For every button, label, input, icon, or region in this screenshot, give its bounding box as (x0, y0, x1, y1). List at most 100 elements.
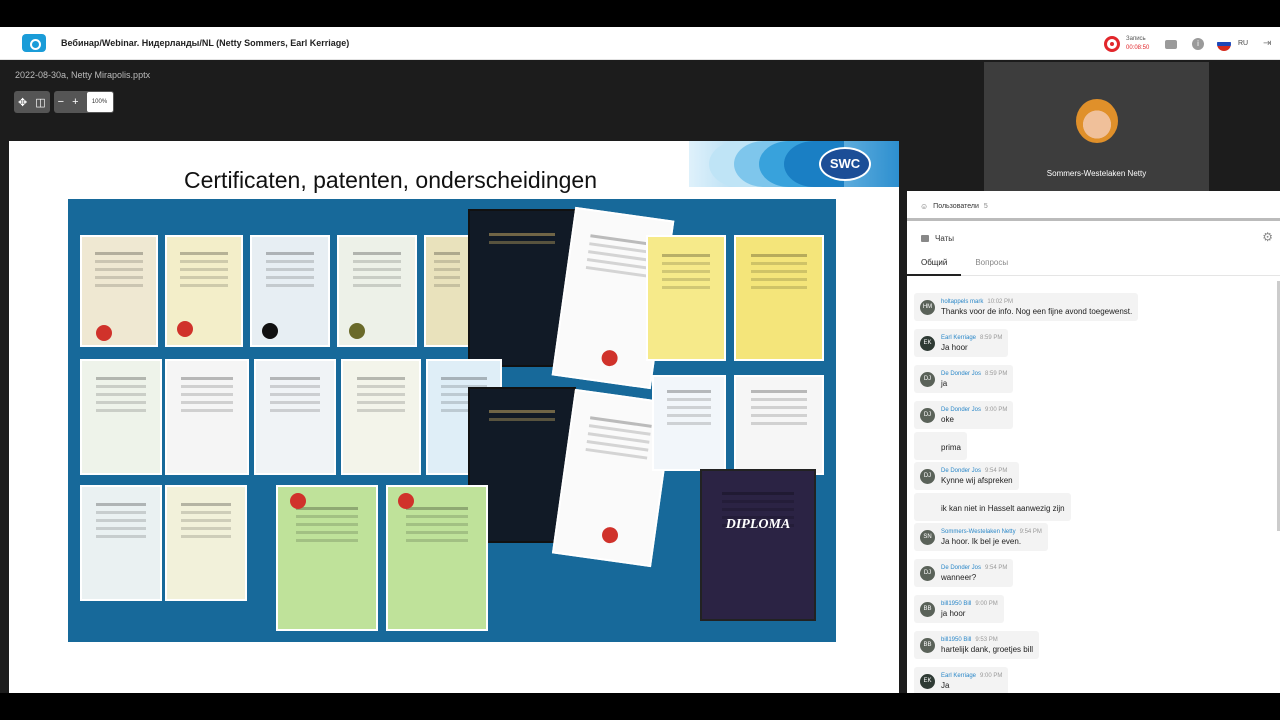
message-time: 10:02 PM (987, 298, 1014, 305)
slide-title: Certificaten, patenten, onderscheidingen (184, 167, 598, 193)
users-header[interactable]: ☺ Пользователи 5 (907, 194, 1280, 221)
message-time: 9:00 PM (980, 672, 1003, 679)
message-body: bill1950 Bill 9:00 PM ja hoor (941, 601, 998, 618)
message-time: 9:54 PM (1019, 528, 1042, 535)
tab-general[interactable]: Общий (907, 252, 962, 276)
chat-message: EK Earl Kerriage 9:00 PM Ja (914, 667, 1009, 693)
message-meta: De Donder Jos 9:00 PM (941, 407, 1007, 413)
message-text: Ja hoor. Ik bel je even. (941, 536, 1022, 546)
participant-name: Sommers-Westelaken Netty (1046, 169, 1147, 178)
folder-icon[interactable] (1165, 40, 1177, 49)
chinese-certificate (734, 235, 824, 361)
avatar: DJ (920, 371, 935, 387)
patent (250, 235, 330, 347)
certificates-collage: DIPLOMA (68, 199, 836, 642)
message-meta: De Donder Jos 9:54 PM (941, 565, 1007, 571)
message-author[interactable]: Earl Kerriage (941, 335, 976, 341)
certificate (254, 359, 336, 475)
message-meta: Earl Kerriage 8:59 PM (941, 335, 1002, 341)
slide-toolbar: ✥ ◫ − + 100% (14, 91, 114, 115)
message-author[interactable]: Sommers-Westelaken Netty (941, 529, 1016, 535)
chat-message: DJ De Donder Jos 9:54 PM wanneer? (914, 559, 1014, 587)
message-text: ik kan niet in Hasselt aanwezig zijn (941, 503, 1065, 513)
chat-icon (921, 235, 929, 242)
chat-message-list[interactable]: HM holtappels mark 10:02 PM Thanks voor de … (907, 277, 1280, 693)
logo-icon[interactable] (22, 34, 46, 52)
chats-title-wrap: Чаты (921, 234, 954, 243)
green-certificate (386, 485, 488, 631)
message-meta: bill1950 Bill 9:00 PM (941, 601, 998, 607)
avatar: DJ (920, 565, 935, 581)
avatar: DJ (920, 468, 935, 484)
message-time: 8:59 PM (980, 334, 1003, 341)
message-author[interactable]: bill1950 Bill (941, 637, 971, 643)
record-icon[interactable] (1104, 36, 1120, 52)
chat-message: SN Sommers-Westelaken Netty 9:54 PM Ja hoor… (914, 523, 1048, 551)
tab-questions[interactable]: Вопросы (961, 252, 1022, 276)
chat-message: prima (914, 432, 968, 460)
slide: Certificaten, patenten, onderscheidingen… (9, 141, 899, 693)
info-icon[interactable]: i (1192, 38, 1204, 50)
message-author[interactable]: bill1950 Bill (941, 601, 971, 607)
avatar: BB (920, 637, 935, 653)
diploma-title: DIPLOMA (725, 517, 791, 532)
message-body: bill1950 Bill 9:53 PM hartelijk dank, groe… (941, 637, 1033, 654)
certificate (165, 359, 249, 475)
avatar: SN (920, 529, 935, 545)
message-text: Kynne wij afspreken (941, 475, 1013, 485)
message-time: 9:00 PM (975, 600, 998, 607)
move-icon[interactable]: ✥ (18, 96, 27, 109)
presentation-area: 2022-08-30a, Netty Mirapolis.pptx ✥ ◫ − … (8, 60, 903, 693)
message-body: De Donder Jos 8:59 PM ja (941, 371, 1007, 388)
message-time: 9:54 PM (985, 564, 1008, 571)
language-selector[interactable]: RU (1238, 40, 1248, 47)
message-meta: holtappels mark 10:02 PM (941, 299, 1132, 305)
message-text: prima (941, 442, 962, 452)
video-tile[interactable]: Sommers-Westelaken Netty (984, 62, 1209, 191)
video-area: Sommers-Westelaken Netty (907, 60, 1280, 191)
message-author[interactable]: Earl Kerriage (941, 673, 976, 679)
flag-ru-icon[interactable] (1217, 37, 1231, 51)
avatar: EK (920, 335, 935, 351)
swc-logo: SWC (819, 147, 871, 181)
chat-message: EK Earl Kerriage 8:59 PM Ja hoor (914, 329, 1009, 357)
message-author[interactable]: De Donder Jos (941, 371, 981, 377)
message-body: De Donder Jos 9:54 PM wanneer? (941, 565, 1007, 582)
diploma (700, 469, 816, 621)
right-panel: Sommers-Westelaken Netty ☺ Пользователи … (907, 60, 1280, 693)
message-author[interactable]: De Donder Jos (941, 407, 981, 413)
avatar: EK (920, 673, 935, 689)
patent (337, 235, 417, 347)
app-window: Вебинар/Webinar. Нидерланды/NL (Netty So… (0, 27, 1280, 693)
certificate (80, 359, 162, 475)
certificate (80, 485, 162, 601)
certificate (341, 359, 421, 475)
message-author[interactable]: holtappels mark (941, 299, 983, 305)
message-text: oke (941, 414, 954, 424)
certificate (165, 485, 247, 601)
chat-message: BB bill1950 Bill 9:00 PM ja hoor (914, 595, 1004, 623)
message-text: wanneer? (941, 572, 977, 582)
gear-icon[interactable]: ⚙ (1262, 230, 1273, 244)
message-body: prima (941, 441, 961, 452)
zoom-level[interactable]: 100% (86, 92, 113, 112)
zoom-out-button[interactable]: − (58, 96, 64, 108)
message-meta: Earl Kerriage 9:00 PM (941, 673, 1002, 679)
message-text: ja hoor (941, 608, 966, 618)
avatar: HM (920, 299, 935, 315)
chat-tabs: Общий Вопросы (907, 252, 1022, 276)
zoom-in-button[interactable]: + (72, 96, 78, 108)
message-author[interactable]: De Donder Jos (941, 468, 981, 474)
fit-width-icon[interactable]: ◫ (35, 96, 45, 109)
message-meta: Sommers-Westelaken Netty 9:54 PM (941, 529, 1042, 535)
record-time: 00:08:50 (1126, 45, 1150, 51)
swc-banner: SWC (689, 141, 899, 187)
message-time: 9:53 PM (975, 636, 998, 643)
users-icon: ☺ (920, 201, 929, 211)
exit-icon[interactable]: ⇥ (1263, 38, 1271, 49)
chinese-certificate (646, 235, 726, 361)
message-author[interactable]: De Donder Jos (941, 565, 981, 571)
certificate (165, 235, 243, 347)
webinar-title: Вебинар/Webinar. Нидерланды/NL (Netty So… (61, 38, 350, 48)
chat-message: DJ De Donder Jos 9:54 PM Kynne wij afspreke… (914, 462, 1019, 490)
